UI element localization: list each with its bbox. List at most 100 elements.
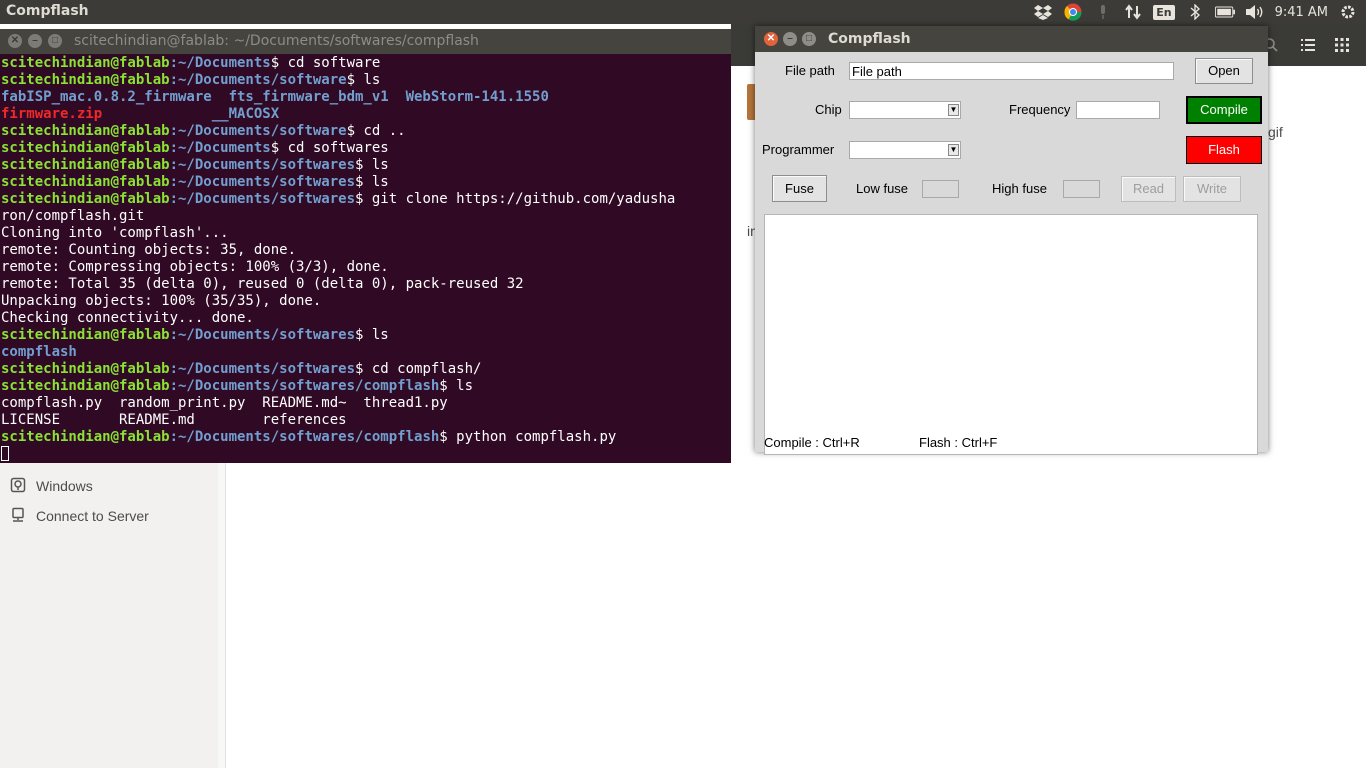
windows-share-icon [10, 477, 26, 496]
terminal-prompt-line: scitechindian@fablab:~/Documents/softwar… [1, 72, 731, 89]
sidebar-item-connect-to-server[interactable]: Connect to Server [10, 506, 149, 526]
terminal-title: scitechindian@fablab: ~/Documents/softwa… [74, 33, 479, 49]
terminal-cursor [1, 446, 9, 461]
terminal-titlebar[interactable]: ✕ – □ scitechindian@fablab: ~/Documents/… [0, 29, 731, 54]
prompt-path: :~/Documents/softwares/compflash [169, 429, 440, 445]
list-view-icon[interactable] [1295, 32, 1321, 58]
prompt-path: :~/Documents/softwares [169, 157, 356, 173]
terminal-lines: scitechindian@fablab:~/Documents$ cd sof… [0, 54, 731, 463]
prompt-user-host: scitechindian@fablab [1, 72, 170, 88]
prompt-user-host: scitechindian@fablab [1, 157, 170, 173]
prompt-command: $ ls [355, 157, 389, 173]
prompt-command: $ ls [439, 378, 474, 394]
maximize-icon[interactable]: □ [802, 32, 816, 46]
terminal-output-line: ron/compflash.git [1, 208, 731, 225]
prompt-command: $ cd software [270, 55, 381, 71]
prompt-command: $ python compflash.py [439, 429, 617, 445]
output-text: compflash [1, 344, 77, 360]
prompt-command: $ ls [355, 327, 389, 343]
output-text: ron/compflash.git [1, 208, 145, 224]
battery-icon[interactable] [1214, 3, 1235, 21]
prompt-path: :~/Documents/softwares [169, 191, 356, 207]
keyboard-layout-indicator[interactable]: En [1153, 4, 1175, 20]
output-text: Cloning into 'compflash'... [1, 225, 229, 241]
terminal-cursor-line [1, 446, 731, 463]
dialog-title: Compflash [828, 31, 911, 47]
prompt-path: :~/Documents [169, 140, 271, 156]
write-button[interactable]: Write [1183, 176, 1241, 202]
flash-shortcut-hint: Flash : Ctrl+F [919, 435, 998, 450]
grid-view-icon[interactable] [1329, 32, 1355, 58]
dropbox-icon[interactable] [1033, 3, 1053, 21]
dialog-titlebar[interactable]: ✕ – □ Compflash [755, 26, 1268, 52]
prompt-user-host: scitechindian@fablab [1, 123, 170, 139]
terminal-prompt-line: scitechindian@fablab:~/Documents/softwar… [1, 174, 731, 191]
terminal-output-line: Cloning into 'compflash'... [1, 225, 731, 242]
prompt-user-host: scitechindian@fablab [1, 361, 170, 377]
chevron-down-icon[interactable]: ▼ [948, 104, 959, 116]
high-fuse-label: High fuse [992, 181, 1047, 196]
programmer-select[interactable]: ▼ [849, 141, 961, 159]
close-icon[interactable]: ✕ [8, 34, 22, 48]
compflash-dialog: ✕ – □ Compflash File path Open Chip ▼ Fr… [755, 26, 1268, 455]
low-fuse-field[interactable] [922, 180, 959, 198]
prompt-command: $ cd .. [346, 123, 406, 139]
server-icon [10, 507, 26, 526]
file-name-fragment[interactable]: gif [1268, 124, 1283, 140]
output-text: remote: Counting objects: 35, done. [1, 242, 297, 258]
file-manager-divider[interactable] [218, 463, 226, 768]
terminal-output-line: remote: Total 35 (delta 0), reused 0 (de… [1, 276, 731, 293]
prompt-command: $ cd softwares [270, 140, 389, 156]
output-text: Checking connectivity... done. [1, 310, 254, 326]
compile-button[interactable]: Compile [1186, 96, 1262, 124]
terminal-output-line: Checking connectivity... done. [1, 310, 731, 327]
terminal-output-line: compflash [1, 344, 731, 361]
terminal-prompt-line: scitechindian@fablab:~/Documents/softwar… [1, 378, 731, 395]
frequency-label: Frequency [1009, 102, 1071, 117]
prompt-path: :~/Documents/softwares [169, 327, 356, 343]
read-button[interactable]: Read [1121, 176, 1176, 202]
close-icon[interactable]: ✕ [764, 32, 778, 46]
output-console[interactable] [764, 214, 1258, 455]
prompt-command: $ cd compflash/ [355, 361, 482, 377]
file-path-input[interactable] [849, 62, 1174, 80]
sidebar-item-windows[interactable]: Windows [10, 476, 93, 496]
terminal-output-line: remote: Counting objects: 35, done. [1, 242, 731, 259]
high-fuse-field[interactable] [1063, 180, 1100, 198]
minimize-icon[interactable]: – [783, 32, 797, 46]
chip-label: Chip [815, 102, 842, 117]
settings-gear-icon[interactable] [1338, 3, 1358, 21]
minimize-icon[interactable]: – [28, 34, 42, 48]
terminal-output-line: LICENSE README.md references [1, 412, 731, 429]
terminal-output-line: fabISP_mac.0.8.2_firmware fts_firmware_b… [1, 89, 731, 106]
prompt-path: :~/Documents/software [169, 123, 347, 139]
output-text: __MACOSX [102, 106, 280, 122]
frequency-input[interactable] [1076, 101, 1160, 119]
prompt-user-host: scitechindian@fablab [1, 140, 170, 156]
network-transfer-icon[interactable] [1123, 3, 1143, 21]
microphone-icon[interactable] [1093, 3, 1113, 21]
prompt-user-host: scitechindian@fablab [1, 174, 170, 190]
bluetooth-icon[interactable] [1185, 3, 1205, 21]
terminal-prompt-line: scitechindian@fablab:~/Documents/softwar… [1, 327, 731, 344]
terminal-output[interactable]: scitechindian@fablab:~/Documents$ cd sof… [0, 54, 731, 463]
prompt-path: :~/Documents/softwares/compflash [169, 378, 440, 394]
fuse-button[interactable]: Fuse [772, 175, 827, 202]
prompt-path: :~/Documents/softwares [169, 174, 356, 190]
terminal-prompt-line: scitechindian@fablab:~/Documents$ cd sof… [1, 140, 731, 157]
terminal-prompt-line: scitechindian@fablab:~/Documents/softwar… [1, 157, 731, 174]
chrome-icon[interactable] [1063, 3, 1083, 21]
prompt-user-host: scitechindian@fablab [1, 429, 170, 445]
prompt-command: $ ls [355, 174, 389, 190]
chevron-down-icon[interactable]: ▼ [948, 144, 959, 156]
clock[interactable]: 9:41 AM [1275, 5, 1328, 20]
system-tray: En 9:41 AM [1033, 0, 1358, 24]
chip-select[interactable]: ▼ [849, 101, 961, 119]
programmer-label: Programmer [762, 142, 835, 157]
compile-shortcut-hint: Compile : Ctrl+R [764, 435, 860, 450]
open-button[interactable]: Open [1195, 58, 1253, 84]
volume-icon[interactable] [1245, 3, 1265, 21]
maximize-icon[interactable]: □ [48, 34, 62, 48]
flash-button[interactable]: Flash [1186, 136, 1262, 164]
terminal-output-line: firmware.zip __MACOSX [1, 106, 731, 123]
